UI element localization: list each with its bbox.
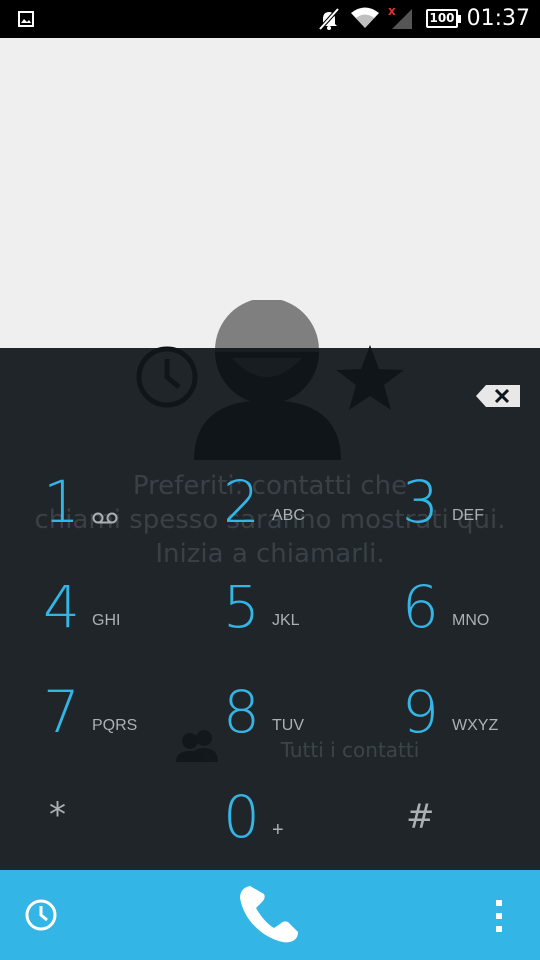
image-icon (18, 11, 34, 27)
phone-icon[interactable] (236, 884, 302, 946)
key-letters: + (272, 819, 284, 841)
key-letters: WXYZ (452, 717, 499, 734)
dial-key-6[interactable]: 6 MNO (360, 553, 540, 658)
key-digit: 2 (223, 468, 260, 536)
key-digit: 4 (43, 573, 80, 641)
dial-key-2[interactable]: 2 ABC (180, 448, 360, 553)
key-digit: * (49, 795, 66, 835)
dial-key-3[interactable]: 3 DEF (360, 448, 540, 553)
battery-icon: 100 (426, 9, 461, 28)
key-letters: GHI (92, 612, 121, 629)
dial-key-hash[interactable]: # (360, 763, 540, 868)
history-clock-icon[interactable] (24, 898, 58, 932)
key-letters: TUV (272, 717, 304, 734)
key-digit: # (406, 797, 435, 837)
key-digit: 9 (402, 678, 439, 746)
key-letters: ABC (272, 507, 305, 524)
key-letters: MNO (452, 612, 490, 629)
dial-key-star[interactable]: * (0, 763, 180, 868)
key-letters: JKL (272, 612, 300, 629)
dial-key-8[interactable]: 8 TUV (180, 658, 360, 763)
no-signal-icon: x (388, 5, 412, 29)
key-digit: 1 (43, 468, 80, 536)
key-letters: DEF (452, 507, 484, 524)
key-digit: 8 (223, 678, 260, 746)
overflow-menu-icon[interactable] (494, 900, 504, 932)
dial-key-4[interactable]: 4 GHI (0, 553, 180, 658)
backspace-icon[interactable] (476, 385, 520, 407)
dial-key-1[interactable]: 1 (0, 448, 180, 553)
mute-icon (318, 7, 340, 31)
voicemail-icon (92, 512, 118, 524)
dialpad: Preferiti: contatti che chiami spesso sa… (0, 348, 540, 870)
svg-text:x: x (388, 5, 396, 18)
wifi-icon (351, 7, 379, 28)
dial-key-9[interactable]: 9 WXYZ (360, 658, 540, 763)
dial-key-5[interactable]: 5 JKL (180, 553, 360, 658)
key-digit: 7 (43, 678, 80, 746)
key-digit: 0 (223, 783, 260, 851)
key-letters: PQRS (92, 717, 138, 734)
key-digit: 5 (223, 573, 260, 641)
key-digit: 6 (402, 573, 439, 641)
dial-key-7[interactable]: 7 PQRS (0, 658, 180, 763)
key-digit: 3 (402, 468, 439, 536)
dial-key-0[interactable]: 0 + (180, 763, 360, 868)
status-bar: x 100 01:37 (0, 0, 540, 38)
clock-time: 01:37 (466, 6, 530, 31)
bottom-action-bar (0, 870, 540, 960)
